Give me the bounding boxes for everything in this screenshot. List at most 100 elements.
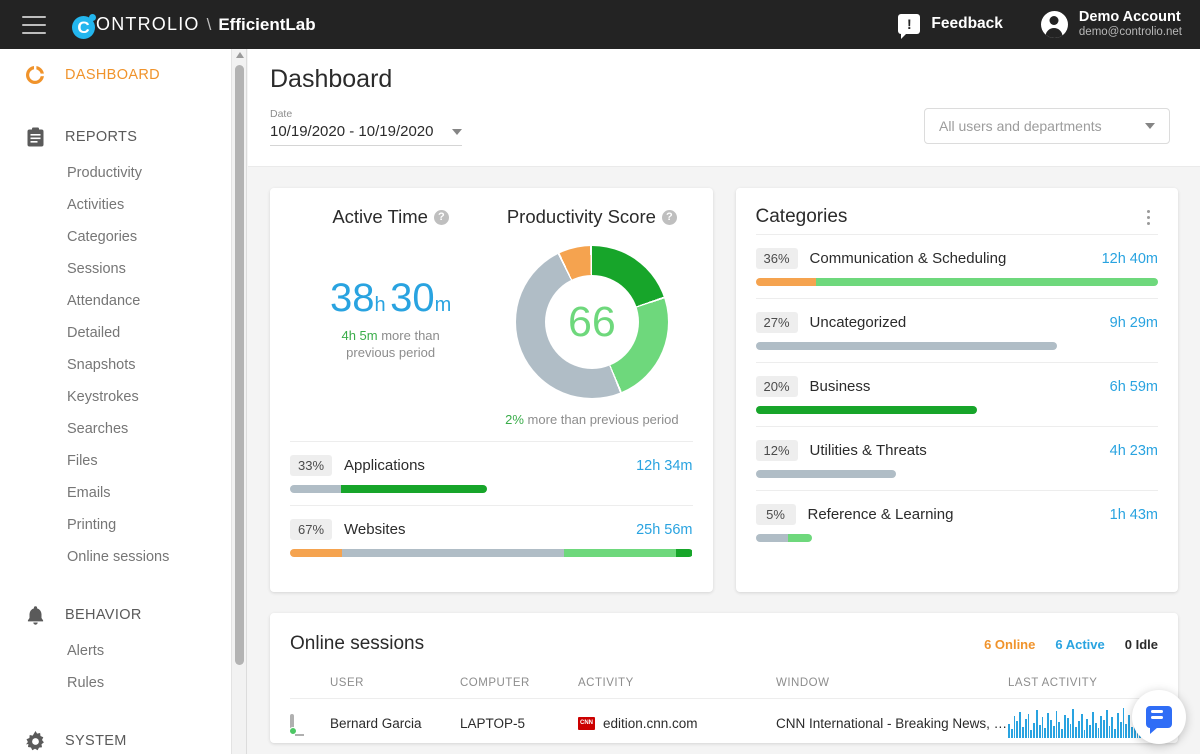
metric-percent: 27% bbox=[756, 312, 798, 333]
chat-widget-button[interactable] bbox=[1132, 690, 1186, 744]
cnn-favicon-icon: CNN bbox=[578, 717, 595, 730]
help-icon[interactable]: ? bbox=[434, 210, 449, 225]
sidebar-item-files[interactable]: Files bbox=[0, 445, 231, 477]
metric-label: Business bbox=[810, 378, 871, 395]
active-time-section: Active Time ? 38h 30m 4h 5m more than pr… bbox=[290, 206, 491, 427]
sidebar-item-keystrokes[interactable]: Keystrokes bbox=[0, 381, 231, 413]
sidebar-item-emails[interactable]: Emails bbox=[0, 477, 231, 509]
monitor-online-icon bbox=[290, 714, 294, 733]
top-bar-right: ! Feedback Demo Account demo@controlio.n… bbox=[898, 9, 1182, 41]
table-header-computer: COMPUTER bbox=[460, 677, 578, 699]
bar-segment bbox=[816, 278, 1158, 286]
bar-segment bbox=[756, 406, 977, 414]
sidebar-item-alerts[interactable]: Alerts bbox=[0, 635, 231, 667]
active-time-title: Active Time ? bbox=[332, 206, 449, 228]
chevron-down-icon bbox=[452, 129, 462, 135]
active-time-delta-value: 4h 5m bbox=[341, 328, 377, 343]
account-name: Demo Account bbox=[1079, 9, 1182, 26]
account-email: demo@controlio.net bbox=[1079, 25, 1182, 40]
sidebar-divider bbox=[0, 699, 231, 715]
sidebar-group-label: REPORTS bbox=[65, 129, 137, 145]
active-minutes-unit: m bbox=[435, 294, 452, 316]
metric-label: Uncategorized bbox=[810, 314, 907, 331]
sidebar-item-searches[interactable]: Searches bbox=[0, 413, 231, 445]
metric-value: 4h 23m bbox=[1110, 443, 1158, 459]
sidebar-item-printing[interactable]: Printing bbox=[0, 509, 231, 541]
kebab-menu-icon[interactable] bbox=[1138, 207, 1158, 227]
sidebar-item-rules[interactable]: Rules bbox=[0, 667, 231, 699]
sidebar-nav: DASHBOARD REPORTS ProductivityActivitiesCa… bbox=[0, 49, 231, 754]
table-header-activity: ACTIVITY bbox=[578, 677, 776, 699]
bar-segment bbox=[756, 534, 789, 542]
metric-percent: 36% bbox=[756, 248, 798, 269]
person-icon bbox=[1041, 11, 1068, 38]
metric-value: 12h 40m bbox=[1102, 251, 1158, 267]
metric-value: 25h 56m bbox=[636, 522, 692, 538]
account-menu[interactable]: Demo Account demo@controlio.net bbox=[1041, 9, 1182, 41]
active-time-label: Active Time bbox=[332, 206, 428, 228]
feedback-label: Feedback bbox=[931, 15, 1003, 33]
sidebar-item-categories[interactable]: Categories bbox=[0, 221, 231, 253]
sidebar-item-detailed[interactable]: Detailed bbox=[0, 317, 231, 349]
active-hours: 38 bbox=[330, 276, 375, 320]
scrollbar-thumb[interactable] bbox=[235, 65, 244, 665]
page-header: Dashboard Date 10/19/2020 - 10/19/2020 A… bbox=[248, 49, 1200, 167]
metric-label: Websites bbox=[344, 521, 405, 538]
user-department-filter[interactable]: All users and departments bbox=[924, 108, 1170, 144]
sidebar-item-dashboard[interactable]: DASHBOARD bbox=[0, 55, 231, 95]
table-header-last-activity: LAST ACTIVITY bbox=[1008, 677, 1158, 699]
metric-percent: 5% bbox=[756, 504, 796, 525]
metric-value: 6h 59m bbox=[1110, 379, 1158, 395]
status-badge-online[interactable]: 6 Online bbox=[984, 637, 1035, 652]
metric-row: 67% Websites 25h 56m bbox=[290, 505, 693, 569]
sidebar-scrollbar[interactable] bbox=[232, 49, 247, 754]
productivity-score: 66 bbox=[516, 246, 668, 398]
bar-segment bbox=[290, 549, 342, 557]
chevron-down-icon bbox=[1145, 123, 1155, 129]
sidebar-group-label: SYSTEM bbox=[65, 733, 127, 749]
productivity-label: Productivity Score bbox=[507, 206, 656, 228]
productivity-title: Productivity Score ? bbox=[507, 206, 677, 228]
metric-row: 27% Uncategorized 9h 29m bbox=[756, 298, 1159, 362]
gear-icon bbox=[22, 731, 48, 752]
status-badge-active[interactable]: 6 Active bbox=[1055, 637, 1104, 652]
sidebar-item-attendance[interactable]: Attendance bbox=[0, 285, 231, 317]
metric-percent: 67% bbox=[290, 519, 332, 540]
sidebar-item-reports[interactable]: REPORTS bbox=[0, 117, 231, 157]
sidebar-item-behavior[interactable]: BEHAVIOR bbox=[0, 595, 231, 635]
brand-logo[interactable]: C ONTROLIO \ EfficientLab bbox=[72, 13, 316, 36]
feedback-button[interactable]: ! Feedback bbox=[898, 14, 1003, 34]
active-time-card: Active Time ? 38h 30m 4h 5m more than pr… bbox=[270, 188, 713, 592]
sidebar-item-system[interactable]: SYSTEM bbox=[0, 721, 231, 754]
sidebar-item-activities[interactable]: Activities bbox=[0, 189, 231, 221]
sidebar-item-sessions[interactable]: Sessions bbox=[0, 253, 231, 285]
metric-bar bbox=[756, 278, 1159, 286]
metric-percent: 12% bbox=[756, 440, 798, 461]
metric-value: 9h 29m bbox=[1110, 315, 1158, 331]
cards-row: Active Time ? 38h 30m 4h 5m more than pr… bbox=[248, 167, 1200, 592]
sidebar-item-snapshots[interactable]: Snapshots bbox=[0, 349, 231, 381]
productivity-delta-value: 2% bbox=[505, 412, 524, 427]
productivity-donut-chart: 66 bbox=[516, 246, 668, 398]
metric-percent: 33% bbox=[290, 455, 332, 476]
help-icon[interactable]: ? bbox=[662, 210, 677, 225]
sidebar: DASHBOARD REPORTS ProductivityActivitiesCa… bbox=[0, 49, 232, 754]
hamburger-icon[interactable] bbox=[22, 16, 46, 34]
cell-window: CNN International - Breaking News, U... bbox=[776, 699, 1008, 748]
pie-chart-icon bbox=[22, 65, 48, 85]
sidebar-item-productivity[interactable]: Productivity bbox=[0, 157, 231, 189]
productivity-delta-text: more than previous period bbox=[524, 412, 679, 427]
sidebar-group-label: BEHAVIOR bbox=[65, 607, 142, 623]
status-badge-idle[interactable]: 0 Idle bbox=[1125, 637, 1158, 652]
scroll-up-arrow-icon[interactable] bbox=[236, 52, 244, 58]
metric-bar bbox=[290, 485, 487, 493]
bar-segment bbox=[676, 549, 692, 557]
sidebar-item-online-sessions[interactable]: Online sessions bbox=[0, 541, 231, 573]
table-row[interactable]: Bernard GarciaLAPTOP-5CNNedition.cnn.com… bbox=[290, 699, 1158, 748]
date-range-picker[interactable]: Date 10/19/2020 - 10/19/2020 bbox=[270, 108, 462, 146]
metric-percent: 20% bbox=[756, 376, 798, 397]
bar-segment bbox=[290, 485, 341, 493]
sidebar-group-system: SYSTEMMonitoring ProfilesComputersUsersC… bbox=[0, 715, 231, 754]
cell-activity: edition.cnn.com bbox=[603, 716, 698, 731]
metric-bar bbox=[756, 534, 812, 542]
